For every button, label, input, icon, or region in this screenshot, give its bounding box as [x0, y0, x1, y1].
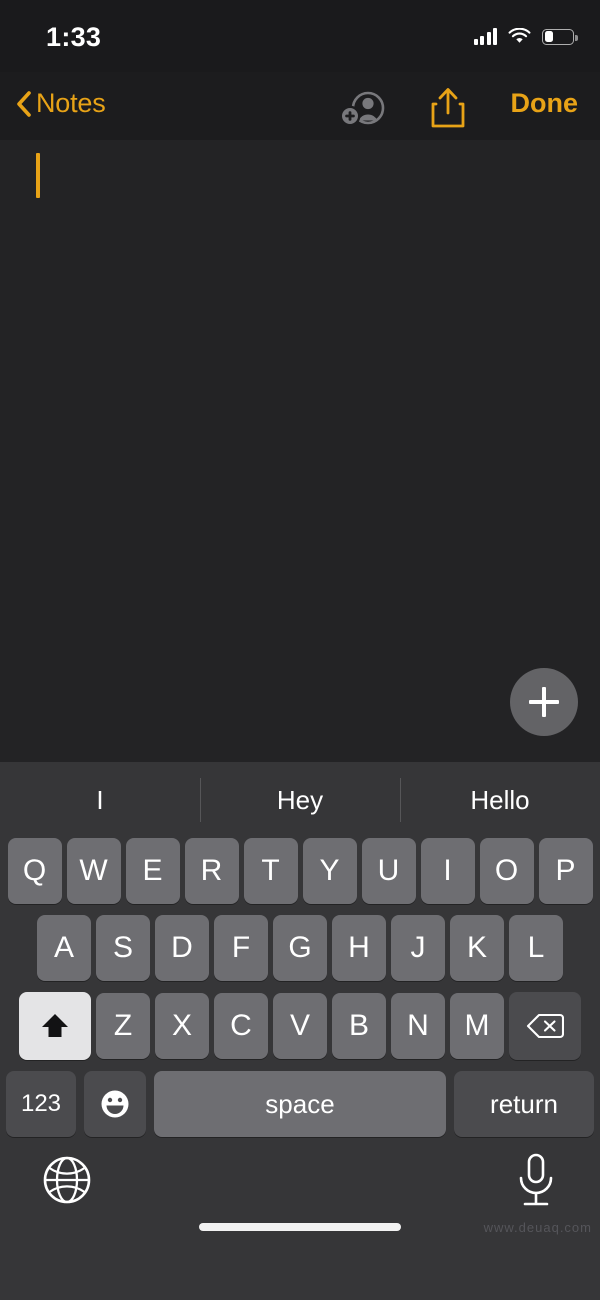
add-attachment-button[interactable] — [510, 668, 578, 736]
globe-language-button[interactable] — [40, 1153, 94, 1207]
key-s[interactable]: S — [96, 915, 150, 981]
backspace-delete-icon — [526, 1013, 564, 1039]
key-l[interactable]: L — [509, 915, 563, 981]
key-u[interactable]: U — [361, 838, 416, 904]
key-r[interactable]: R — [184, 838, 239, 904]
text-caret — [36, 153, 40, 198]
prediction-item-1[interactable]: Hey — [200, 762, 400, 838]
wifi-icon — [508, 27, 531, 45]
back-button-label: Notes — [36, 88, 106, 118]
numeric-key[interactable]: 123 — [6, 1071, 76, 1137]
space-key[interactable]: space — [154, 1071, 446, 1137]
key-p[interactable]: P — [538, 838, 593, 904]
keyboard-bottom-bar: www.deuaq.com — [0, 1143, 600, 1247]
key-z[interactable]: Z — [96, 993, 150, 1059]
delete-key[interactable] — [509, 992, 581, 1060]
share-icon — [431, 88, 465, 128]
key-o[interactable]: O — [479, 838, 534, 904]
keyboard-row-3: Z X C V B N M — [0, 992, 600, 1060]
key-g[interactable]: G — [273, 915, 327, 981]
share-button[interactable] — [428, 86, 468, 130]
key-c[interactable]: C — [214, 993, 268, 1059]
navigation-bar: Notes Done — [0, 72, 600, 140]
smiley-face-icon — [101, 1090, 129, 1118]
status-time: 1:33 — [46, 22, 102, 52]
keyboard-row-4: 123 space return — [0, 1071, 600, 1137]
key-b[interactable]: B — [332, 993, 386, 1059]
key-t[interactable]: T — [243, 838, 298, 904]
key-y[interactable]: Y — [302, 838, 357, 904]
collaborate-button[interactable] — [338, 89, 390, 127]
key-k[interactable]: K — [450, 915, 504, 981]
key-x[interactable]: X — [155, 993, 209, 1059]
shift-key[interactable] — [19, 992, 91, 1060]
dictation-button[interactable] — [512, 1151, 560, 1209]
prediction-item-2[interactable]: Hello — [400, 762, 600, 838]
prediction-bar: I Hey Hello — [0, 762, 600, 838]
microphone-icon — [519, 1153, 553, 1206]
key-m[interactable]: M — [450, 993, 504, 1059]
key-h[interactable]: H — [332, 915, 386, 981]
home-indicator — [199, 1223, 401, 1231]
cellular-signal-icon — [473, 28, 497, 45]
status-bar: 1:33 — [0, 0, 600, 72]
shift-arrow-icon — [42, 1014, 68, 1037]
add-person-icon — [339, 91, 385, 127]
chevron-left-icon — [16, 90, 32, 117]
key-w[interactable]: W — [66, 838, 121, 904]
keyboard-row-2: A S D F G H J K L — [0, 915, 600, 981]
key-d[interactable]: D — [155, 915, 209, 981]
key-j[interactable]: J — [391, 915, 445, 981]
key-v[interactable]: V — [273, 993, 327, 1059]
note-editor[interactable] — [0, 140, 600, 762]
key-i[interactable]: I — [420, 838, 475, 904]
emoji-key[interactable] — [84, 1071, 146, 1137]
back-to-notes-button[interactable]: Notes — [16, 88, 106, 119]
return-key[interactable]: return — [454, 1071, 594, 1137]
watermark-text: www.deuaq.com — [483, 1220, 592, 1235]
prediction-item-0[interactable]: I — [0, 762, 200, 838]
key-a[interactable]: A — [37, 915, 91, 981]
software-keyboard: I Hey Hello Q W E R T Y U I O P A S D F … — [0, 762, 600, 1300]
keyboard-row-1: Q W E R T Y U I O P — [0, 838, 600, 904]
key-e[interactable]: E — [125, 838, 180, 904]
key-q[interactable]: Q — [7, 838, 62, 904]
key-n[interactable]: N — [391, 993, 445, 1059]
globe-language-icon — [43, 1156, 91, 1204]
plus-icon-vertical — [542, 687, 546, 717]
done-button[interactable]: Done — [511, 88, 579, 119]
battery-icon — [542, 28, 578, 45]
status-indicators — [473, 27, 578, 45]
key-f[interactable]: F — [214, 915, 268, 981]
iphone-screen: 1:33 Notes Done I Hey Hello Q W E R T Y … — [0, 0, 600, 1300]
